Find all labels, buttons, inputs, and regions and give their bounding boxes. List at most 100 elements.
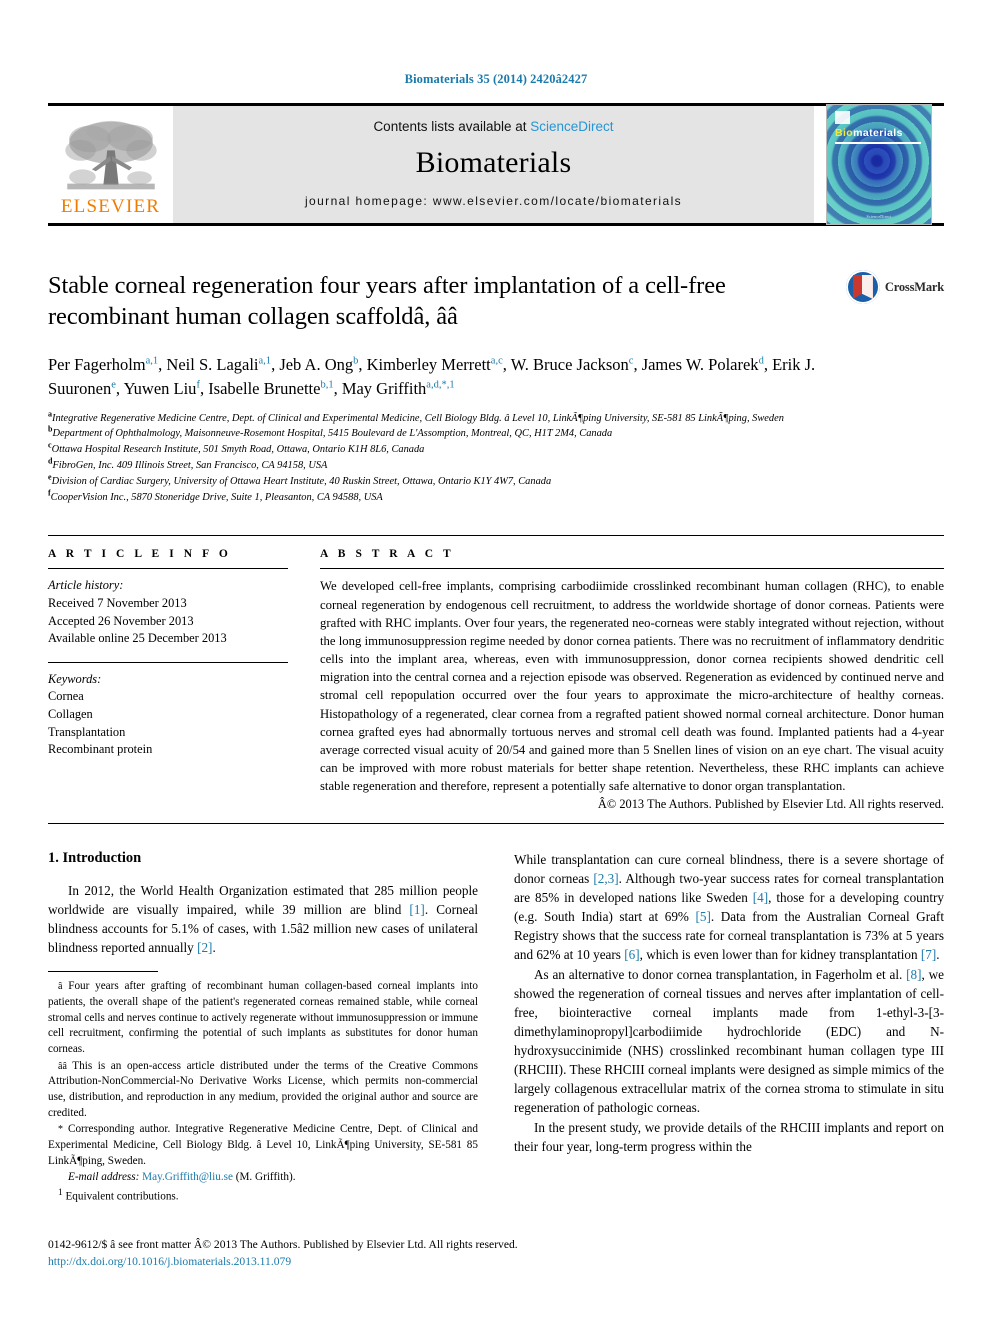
citation-ref[interactable]: [8] [906, 967, 921, 982]
footnote-separator [48, 971, 158, 973]
citation-ref[interactable]: [2,3] [593, 871, 618, 886]
affiliation-item: eDivision of Cardiac Surgery, University… [48, 473, 848, 490]
intro-paragraph-3: As an alternative to donor cornea transp… [514, 965, 944, 1117]
author-name: Yuwen Liu [123, 378, 197, 398]
citation-ref[interactable]: [5] [696, 909, 711, 924]
footnote-corresponding-author: * Corresponding author. Integrative Rege… [48, 1122, 478, 1169]
abstract-heading: A B S T R A C T [320, 548, 455, 561]
author-item: Per Fagerholma,1, [48, 355, 166, 374]
footnote-marker: â [58, 981, 63, 993]
running-head-citation: Biomaterials 35 (2014) 2420â2427 [404, 72, 588, 86]
journal-cover-container: Biomaterials ScienceDirect [814, 104, 944, 225]
keyword-item: Transplantation [48, 724, 126, 739]
affiliation-text: Ottawa Hospital Research Institute, 501 … [51, 444, 425, 456]
intro-paragraph-4: In the present study, we provide details… [514, 1120, 944, 1155]
author-item: W. Bruce Jacksonc, [511, 355, 642, 374]
left-column: 1. Introduction In 2012, the World Healt… [48, 850, 478, 1206]
email-link[interactable]: May.Griffith@liu.se [142, 1171, 233, 1183]
affiliation-item: fCooperVision Inc., 5870 Stoneridge Driv… [48, 489, 848, 506]
elsevier-wordmark: ELSEVIER [60, 195, 161, 217]
author-name: May Griffith [341, 378, 427, 398]
page-title: Stable corneal regeneration four years a… [48, 272, 726, 331]
crossmark-badge[interactable]: CrossMark [845, 270, 944, 304]
cover-title-underline [835, 142, 921, 144]
author-item: James W. Polarekd, [642, 355, 772, 374]
body-columns: 1. Introduction In 2012, the World Healt… [48, 850, 944, 1206]
citation-ref[interactable]: [6] [624, 947, 639, 962]
author-item: Kimberley Merretta,c, [367, 355, 511, 374]
author-name: Per Fagerholm [48, 354, 146, 374]
article-info-rule [48, 568, 288, 570]
footnote-equal-contrib: 1 Equivalent contributions. [48, 1187, 478, 1205]
affiliation-item: bDepartment of Ophthalmology, Maisonneuv… [48, 425, 848, 442]
author-separator: , [358, 354, 367, 374]
right-column: While transplantation can cure corneal b… [514, 850, 944, 1206]
author-name: Jeb A. Ong [279, 354, 354, 374]
email-suffix: (M. Griffith). [232, 1171, 296, 1184]
citation-ref[interactable]: [4] [753, 890, 768, 905]
author-separator: , [763, 354, 773, 374]
article-info-heading: A R T I C L E I N F O [48, 548, 232, 561]
article-info-column: A R T I C L E I N F O Article history: R… [48, 548, 288, 812]
keyword-item: Recombinant protein [48, 742, 153, 757]
journal-banner: ELSEVIER Contents lists available at Sci… [48, 103, 944, 226]
paragraph-text-run: , we showed the regeneration of corneal … [514, 967, 944, 1116]
citation-ref[interactable]: [1] [409, 902, 424, 917]
author-affiliation-marker: a,1 [258, 355, 272, 367]
author-separator: , [333, 378, 342, 398]
footnote-marker: ââ [58, 1060, 67, 1072]
author-name: Neil S. Lagali [166, 354, 259, 374]
affiliation-text: Integrative Regenerative Medicine Centre… [52, 412, 784, 424]
keyword-item: Collagen [48, 707, 93, 722]
author-name: Kimberley Merrett [366, 354, 491, 374]
footnote-marker: * [58, 1124, 63, 1136]
keywords-label: Keywords: [48, 671, 102, 686]
abstract-copyright: Â© 2013 The Authors. Published by Elsevi… [597, 797, 944, 812]
footer-doi-link[interactable]: http://dx.doi.org/10.1016/j.biomaterials… [48, 1254, 944, 1271]
affiliation-text: Division of Cardiac Surgery, University … [51, 475, 552, 487]
abstract-rule [320, 568, 944, 570]
paragraph-text-run: . [212, 940, 216, 956]
paragraph-text-run: As an alternative to donor cornea transp… [534, 967, 907, 983]
cover-journal-title: Biomaterials [835, 127, 903, 139]
author-affiliation-marker: b,1 [320, 379, 334, 391]
paragraph-text-run: . [936, 947, 940, 963]
author-list: Per Fagerholma,1, Neil S. Lagalia,1, Jeb… [48, 353, 848, 401]
author-item: Isabelle Brunetteb,1, [208, 379, 342, 398]
author-separator: , [633, 354, 642, 374]
footnote-email: E-mail address: May.Griffith@liu.se (M. … [48, 1170, 478, 1186]
footnote-list: â Four years after grafting of recombina… [48, 979, 478, 1205]
cover-publisher-logo-icon [835, 111, 850, 124]
paragraph-text-run: , which is even lower than for kidney tr… [639, 947, 921, 963]
affiliation-item: aIntegrative Regenerative Medicine Centr… [48, 410, 848, 427]
footnote-text: This is an open-access article distribut… [48, 1059, 478, 1119]
author-affiliation-marker: a,c [490, 355, 503, 367]
keyword-item: Cornea [48, 689, 84, 704]
footnote-text: Four years after grafting of recombinant… [48, 980, 479, 1055]
intro-paragraph-1: In 2012, the World Health Organization e… [48, 881, 478, 957]
history-item: Accepted 26 November 2013 [48, 613, 194, 628]
cover-title-materials: materials [853, 127, 903, 139]
sciencedirect-link[interactable]: ScienceDirect [530, 119, 613, 134]
author-affiliation-marker: a,1 [145, 355, 159, 367]
affiliation-text: FibroGen, Inc. 409 Illinois Street, San … [52, 460, 328, 471]
article-page: Biomaterials 35 (2014) 2420â2427 ELSEVIE… [0, 0, 992, 1323]
author-item: Jeb A. Ongb, [279, 355, 366, 374]
citation-ref[interactable]: [2] [197, 940, 212, 955]
info-abstract-region: A R T I C L E I N F O Article history: R… [48, 535, 944, 812]
abstract-column: A B S T R A C T We developed cell-free i… [320, 548, 944, 812]
crossmark-icon [845, 270, 880, 304]
journal-homepage-link[interactable]: journal homepage: www.elsevier.com/locat… [305, 194, 682, 208]
keywords-block: Keywords: Cornea Collagen Transplantatio… [48, 661, 288, 759]
journal-cover-thumbnail: Biomaterials ScienceDirect [826, 104, 932, 225]
citation-ref[interactable]: [7] [921, 947, 936, 962]
author-affiliation-marker: a,d,*,1 [426, 379, 455, 391]
author-name: W. Bruce Jackson [510, 354, 629, 374]
affiliation-list: aIntegrative Regenerative Medicine Centr… [48, 410, 848, 506]
footnote-text: Corresponding author. Integrative Regene… [48, 1123, 478, 1167]
cover-title-bio: Bio [835, 127, 854, 139]
footnote-star: â Four years after grafting of recombina… [48, 979, 478, 1057]
journal-banner-center: Contents lists available at ScienceDirec… [173, 106, 814, 223]
footnote-marker: 1 [58, 1188, 63, 1199]
history-item: Received 7 November 2013 [48, 596, 187, 611]
